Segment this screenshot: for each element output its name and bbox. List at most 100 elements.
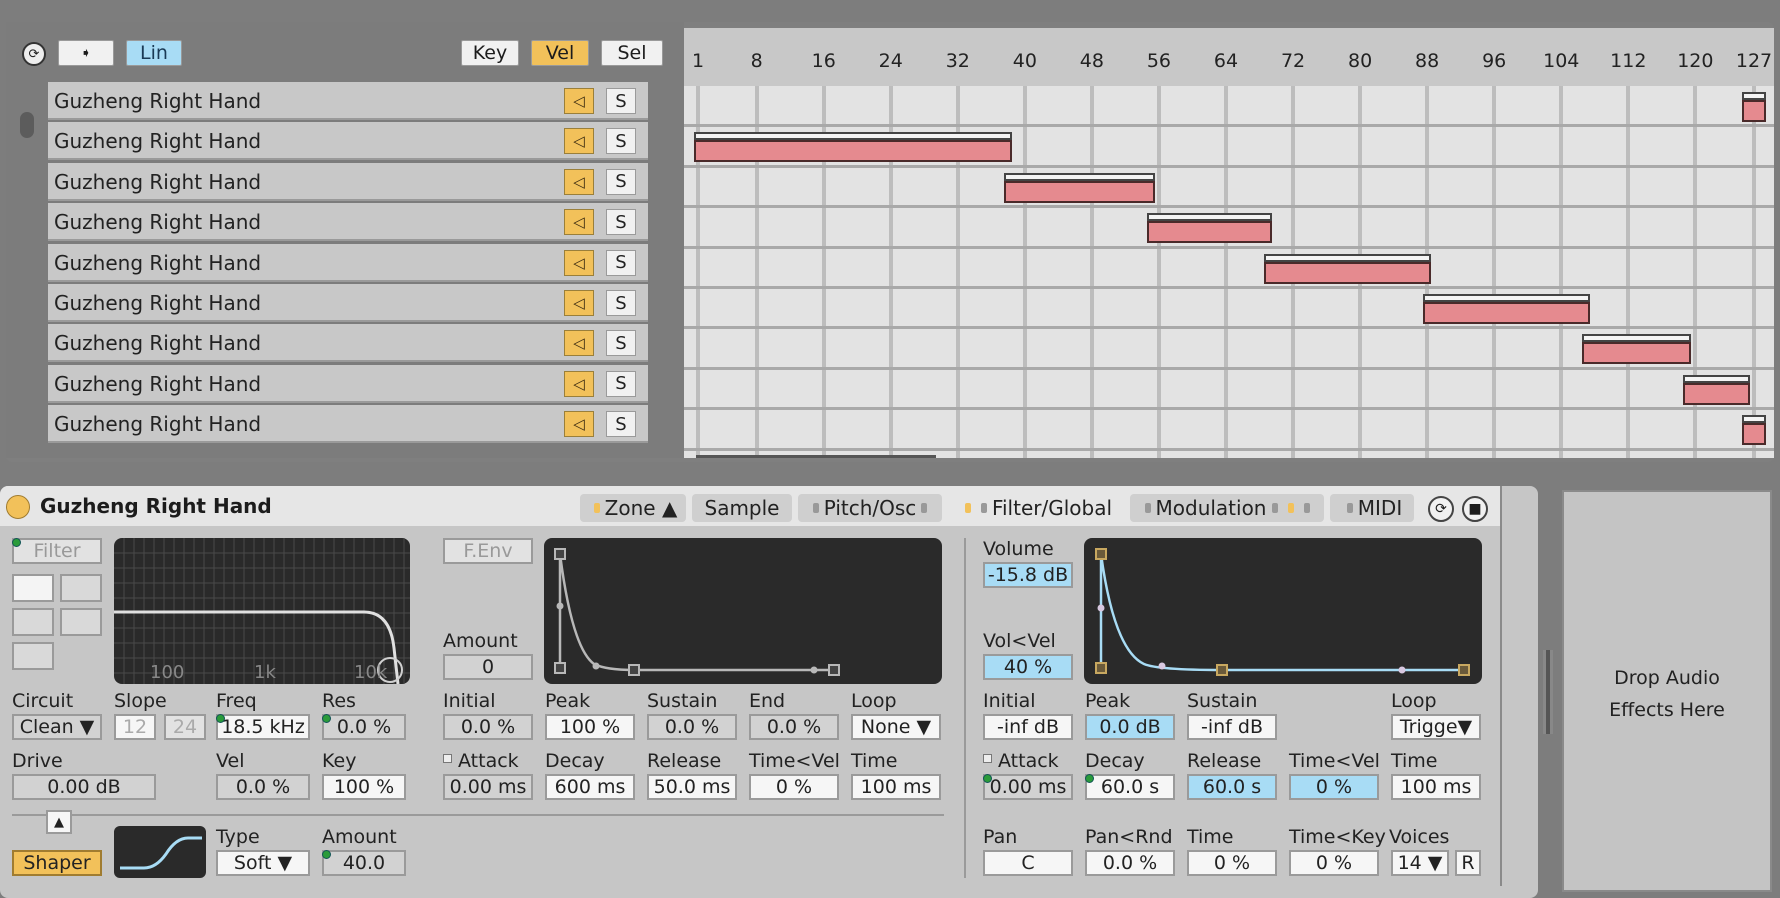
velocity-zone-bar[interactable] [1004,180,1155,203]
drive-field[interactable]: 0.00 dB [12,774,156,800]
zone-row[interactable]: Guzheng Right Hand ◁ S [48,82,648,120]
zone-fade-bar[interactable] [1146,213,1272,222]
bandpass-filter-button[interactable] [12,608,54,636]
zone-row[interactable]: Guzheng Right Hand ◁ S [48,122,648,161]
zone-row[interactable]: Guzheng Right Hand ◁ S [48,203,648,242]
velocity-zone-bar[interactable] [1146,221,1272,244]
fenv-peak-field[interactable]: 100 % [545,714,635,740]
volume-field[interactable]: -15.8 dB [983,562,1073,588]
speaker-icon[interactable]: ◁ [564,168,594,195]
tab-pitch-osc[interactable]: Pitch/Osc [798,494,942,522]
retrigger-button[interactable]: R [1455,850,1481,876]
amp-peak-field[interactable]: 0.0 dB [1085,714,1175,740]
amp-timevel-field[interactable]: 0 % [1289,774,1379,800]
velocity-zone-bar[interactable] [1742,423,1766,446]
speaker-icon[interactable]: ◁ [564,128,594,155]
speaker-icon[interactable]: ◁ [564,330,594,357]
zone-fade-bar[interactable] [1004,172,1155,181]
fenv-end-field[interactable]: 0.0 % [749,714,839,740]
auto-select-button[interactable]: ➧ [58,40,114,66]
speaker-icon[interactable]: ◁ [564,290,594,316]
cycle-icon[interactable]: ⟳ [22,42,46,66]
fenv-attack-checkbox[interactable] [443,754,452,763]
zone-row[interactable]: Guzheng Right Hand ◁ S [48,243,648,282]
zone-fade-bar[interactable] [1742,415,1766,424]
zone-row[interactable]: Guzheng Right Hand ◁ S [48,284,648,322]
fenv-timevel-field[interactable]: 0 % [749,774,839,800]
filter-key-field[interactable]: 100 % [322,774,406,800]
filter-vel-field[interactable]: 0.0 % [216,774,310,800]
solo-button[interactable]: S [606,168,636,195]
fenv-release-field[interactable]: 50.0 ms [647,774,737,800]
res-field[interactable]: 0.0 % [322,714,406,740]
chain-splitter-handle[interactable] [1543,650,1553,734]
solo-button[interactable]: S [606,209,636,236]
velocity-zone-editor[interactable]: 1 8 16 24 32 40 48 56 64 72 80 88 96 104 112 120 127 [684,28,1774,458]
save-preset-icon[interactable]: ■ [1462,496,1488,522]
velocity-zone-bar[interactable] [1682,382,1750,405]
amp-initial-field[interactable]: -inf dB [983,714,1073,740]
zone-row[interactable]: Guzheng Right Hand ◁ S [48,405,648,444]
volvel-field[interactable]: 40 % [983,654,1073,680]
morph-filter-button[interactable] [12,642,54,670]
pan-field[interactable]: C [983,850,1073,876]
shaper-type-select[interactable]: Soft ▼ [216,850,310,876]
tab-modulation[interactable]: Modulation [1130,494,1324,522]
lowpass-filter-button[interactable] [12,574,54,602]
fenv-time-field[interactable]: 100 ms [851,774,941,800]
highpass-filter-button[interactable] [60,574,102,602]
device-title-bar[interactable]: Guzheng Right Hand Zone ▲ Sample Pitch/O… [0,486,1500,526]
solo-button[interactable]: S [606,290,636,316]
fenv-initial-field[interactable]: 0.0 % [443,714,533,740]
zone-row[interactable]: Guzheng Right Hand ◁ S [48,324,648,363]
timekey-field[interactable]: 0 % [1289,850,1379,876]
tab-filter-global[interactable]: Filter/Global [948,494,1124,522]
speaker-icon[interactable]: ◁ [564,209,594,236]
speaker-icon[interactable]: ◁ [564,88,594,114]
hot-swap-icon[interactable]: ⟳ [1428,496,1454,522]
velocity-zone-bar[interactable] [1582,342,1691,365]
lin-button[interactable]: Lin [126,40,182,66]
freq-field[interactable]: 18.5 kHz [216,714,310,740]
zone-fade-bar[interactable] [1263,253,1432,262]
zone-editor-hscrollbar[interactable] [696,455,936,458]
tab-zone[interactable]: Zone ▲ [580,494,686,522]
velocity-ruler[interactable]: 1 8 16 24 32 40 48 56 64 72 80 88 96 104 112 120 127 [684,28,1774,86]
amp-envelope-display[interactable] [1084,538,1482,684]
slope-12-button[interactable]: 12 [114,714,156,740]
filter-toggle[interactable]: Filter [12,538,102,564]
panrnd-field[interactable]: 0.0 % [1085,850,1175,876]
solo-button[interactable]: S [606,128,636,155]
fenv-decay-field[interactable]: 600 ms [545,774,635,800]
shaper-toggle[interactable]: Shaper [12,850,102,876]
slope-24-button[interactable]: 24 [164,714,206,740]
amp-sustain-field[interactable]: -inf dB [1187,714,1277,740]
sel-tab-button[interactable]: Sel [601,40,663,66]
solo-button[interactable]: S [606,88,636,114]
speaker-icon[interactable]: ◁ [564,249,594,276]
circuit-select[interactable]: Clean ▼ [12,714,102,740]
shaper-expand-button[interactable]: ▲ [46,810,72,834]
zone-row[interactable]: Guzheng Right Hand ◁ S [48,162,648,201]
speaker-icon[interactable]: ◁ [564,411,594,438]
tab-sample[interactable]: Sample [692,494,792,522]
notch-filter-button[interactable] [60,608,102,636]
vel-tab-button[interactable]: Vel [531,40,589,66]
amp-time-field[interactable]: 100 ms [1391,774,1481,800]
shaper-amount-field[interactable]: 40.0 [322,850,406,876]
zone-fade-bar[interactable] [1742,92,1766,100]
device-on-toggle[interactable] [6,495,30,519]
amp-decay-field[interactable]: 60.0 s [1085,774,1175,800]
key-tab-button[interactable]: Key [461,40,519,66]
amp-release-field[interactable]: 60.0 s [1187,774,1277,800]
amp-loop-select[interactable]: Trigge▼ [1391,714,1481,740]
fenv-loop-select[interactable]: None ▼ [851,714,941,740]
amp-attack-field[interactable]: 0.00 ms [983,774,1073,800]
solo-button[interactable]: S [606,370,636,397]
fenv-attack-field[interactable]: 0.00 ms [443,774,533,800]
speaker-icon[interactable]: ◁ [564,370,594,397]
velocity-zone-bar[interactable] [1742,100,1766,122]
velocity-zone-bar[interactable] [1263,261,1432,284]
filter-response-graph[interactable]: 100 1k 10k [114,538,410,684]
fenv-sustain-field[interactable]: 0.0 % [647,714,737,740]
